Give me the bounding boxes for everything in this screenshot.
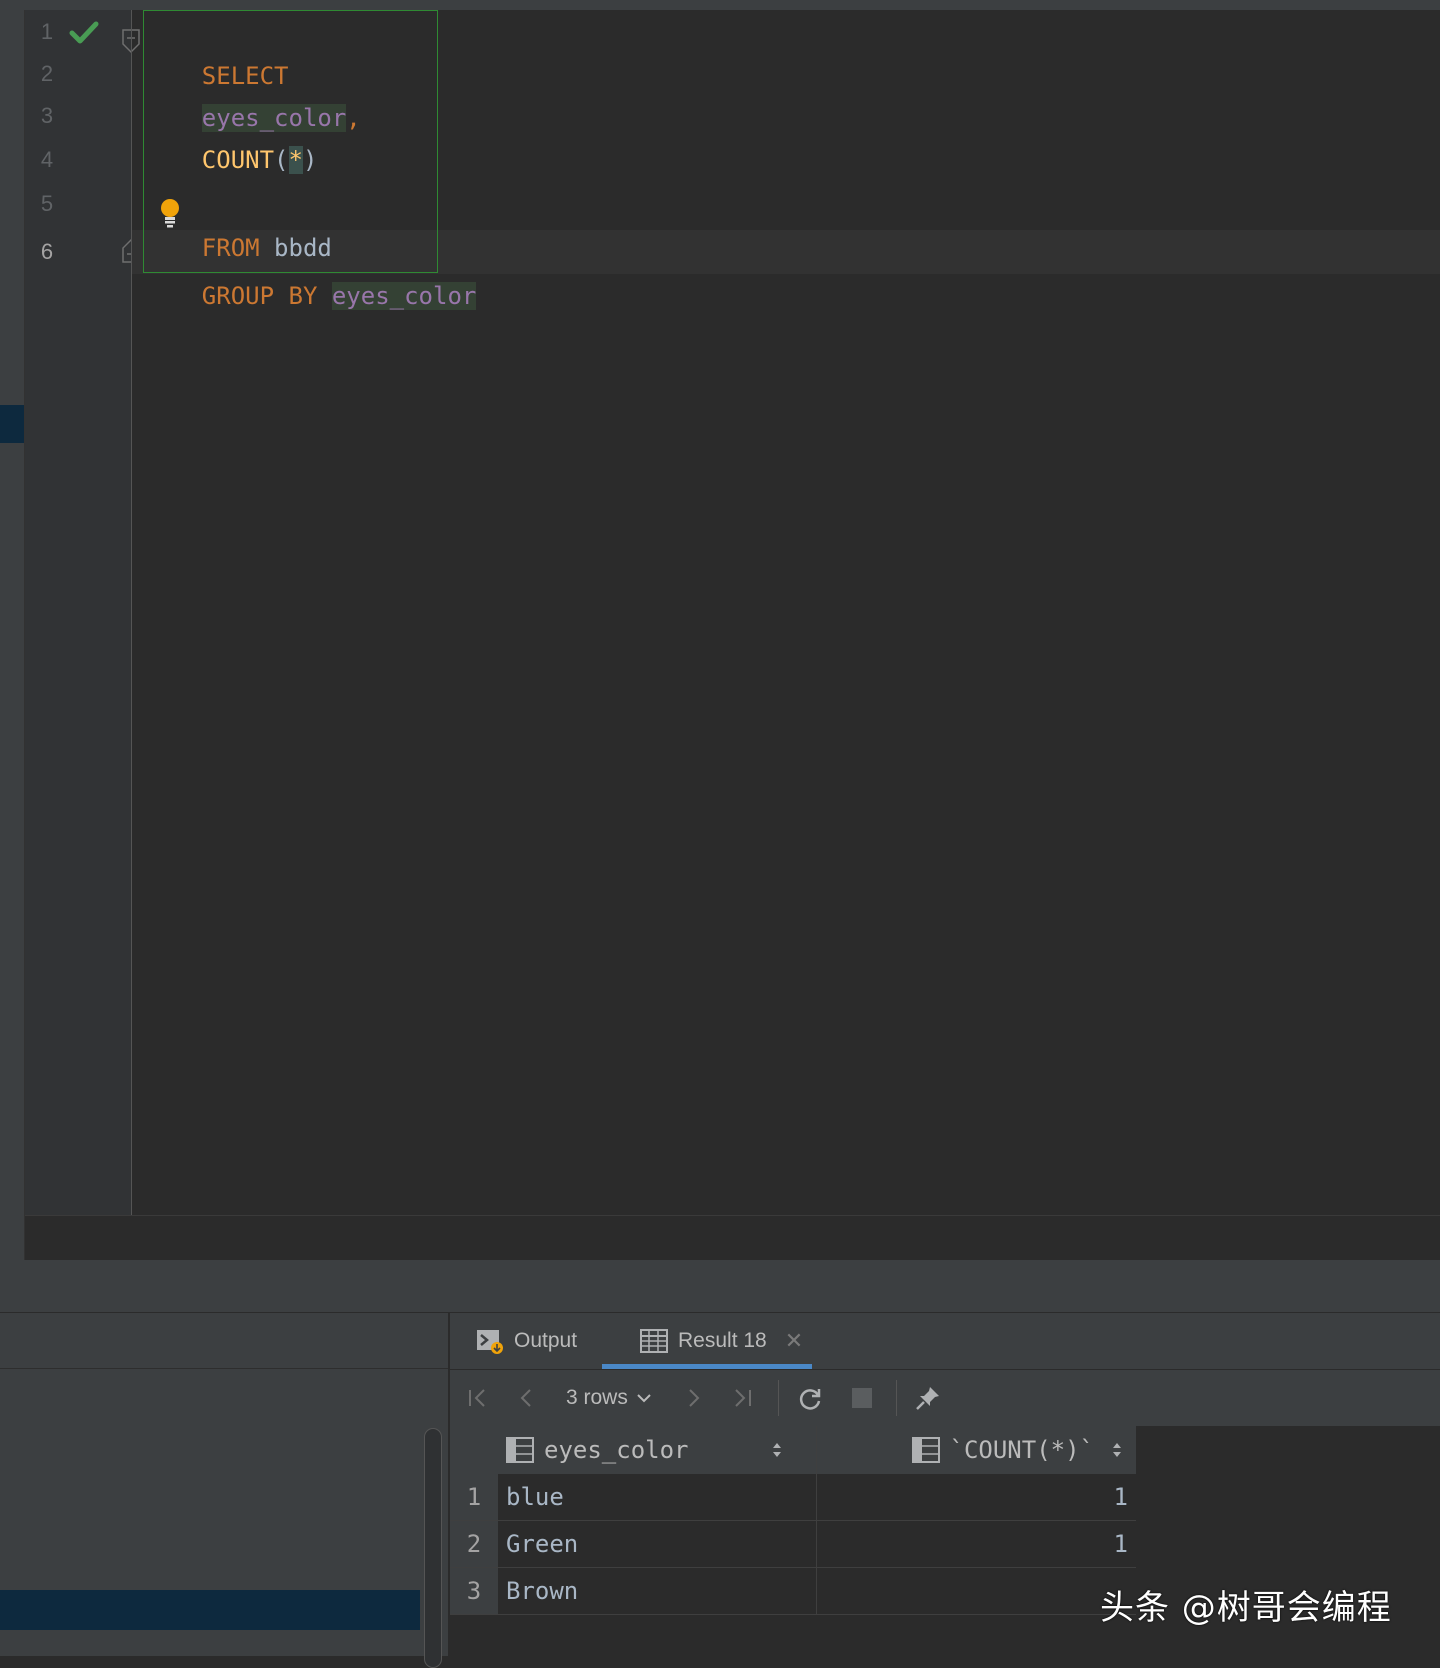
line-number: 2 (40, 61, 54, 86)
column-separator (816, 1568, 817, 1614)
row-number: 1 (450, 1474, 498, 1520)
column-separator (816, 1521, 817, 1567)
pin-icon[interactable] (914, 1384, 942, 1412)
asterisk: * (288, 146, 303, 174)
column-icon (506, 1437, 534, 1463)
punctuation-comma: , (346, 104, 361, 132)
keyword-group-by: GROUP BY (201, 282, 318, 310)
stop-icon[interactable] (848, 1384, 876, 1412)
lightbulb-icon[interactable] (159, 198, 181, 228)
line-number: 1 (40, 19, 54, 44)
active-tab-indicator (602, 1364, 812, 1369)
editor-gutter: 1 2 3 4 5 6 (25, 10, 140, 1215)
services-panel (0, 1313, 448, 1668)
line-number-current: 6 (40, 239, 54, 264)
cell-eyes-color[interactable]: blue (506, 1474, 564, 1520)
rows-count-dropdown[interactable]: 3 rows (566, 1384, 652, 1412)
line-number: 3 (40, 103, 54, 128)
column-icon (911, 1437, 940, 1463)
table-row[interactable]: 2 Green 1 (450, 1521, 1136, 1568)
table-row[interactable]: 1 blue 1 (450, 1474, 1136, 1521)
grid-header: eyes_color `COUNT(*)` (450, 1426, 1136, 1474)
column-header-label: `COUNT(*)` (949, 1436, 1095, 1464)
previous-page-icon[interactable] (512, 1384, 540, 1412)
code-line-1[interactable]: SELECT (144, 10, 289, 90)
code-line-2[interactable]: eyes_color, (144, 52, 361, 132)
table-icon (640, 1329, 668, 1353)
column-header-label: eyes_color (544, 1436, 689, 1464)
line-number: 5 (40, 191, 54, 216)
services-selected-row[interactable] (0, 1590, 420, 1630)
results-toolbar: 3 rows (450, 1370, 1440, 1426)
services-scrollbar[interactable] (424, 1428, 442, 1668)
toolbar-separator (778, 1380, 779, 1416)
column-header-eyes-color[interactable]: eyes_color (506, 1426, 796, 1474)
tab-result-label: Result 18 (678, 1329, 767, 1352)
tab-output[interactable]: Output (476, 1313, 577, 1369)
column-header-count[interactable]: `COUNT(*)` (816, 1426, 1136, 1474)
panel-divider[interactable] (0, 1260, 1440, 1313)
next-page-icon[interactable] (680, 1384, 708, 1412)
row-number: 2 (450, 1521, 498, 1567)
editor-bottom-area (25, 1215, 1440, 1261)
left-tool-rail (0, 10, 25, 1260)
paren-open: ( (274, 146, 289, 174)
sort-icon[interactable] (770, 1440, 784, 1460)
first-page-icon[interactable] (464, 1384, 492, 1412)
column-separator[interactable] (816, 1426, 817, 1474)
refresh-icon[interactable] (796, 1384, 824, 1412)
rail-selected-marker (0, 405, 24, 443)
table-row[interactable]: 3 Brown (450, 1568, 1136, 1615)
row-number: 3 (450, 1568, 498, 1614)
sort-icon[interactable] (1110, 1440, 1124, 1460)
identifier-eyes-color: eyes_color (331, 282, 477, 310)
tab-output-label: Output (514, 1329, 578, 1352)
close-icon[interactable]: ✕ (785, 1328, 803, 1354)
sql-editor[interactable]: 1 2 3 4 5 6 SELECT eyes_color, COUNT(*) … (25, 10, 1440, 1215)
line-number: 4 (40, 147, 54, 172)
cell-count[interactable]: 1 (1114, 1521, 1128, 1567)
paren-close: ) (302, 146, 318, 174)
watermark: 头条 @树哥会编程 (1100, 1588, 1392, 1628)
column-separator (816, 1474, 817, 1520)
cell-eyes-color[interactable]: Green (506, 1521, 578, 1567)
toolbar-separator (896, 1380, 897, 1416)
services-header-separator (0, 1368, 448, 1369)
console-icon (477, 1330, 503, 1354)
function-count: COUNT (201, 146, 275, 174)
check-icon (69, 21, 99, 44)
code-line-3[interactable]: COUNT(*) (144, 94, 317, 174)
tab-result[interactable]: Result 18 ✕ (630, 1313, 813, 1369)
cell-count[interactable]: 1 (1114, 1474, 1128, 1520)
gutter-divider (131, 10, 132, 1215)
chevron-down-icon (637, 1394, 651, 1403)
results-tab-bar: Output Result 18 ✕ (450, 1313, 1440, 1370)
cell-eyes-color[interactable]: Brown (506, 1568, 578, 1614)
top-strip (0, 0, 1440, 10)
rows-count-label: 3 rows (566, 1386, 628, 1409)
code-line-6[interactable]: GROUP BY eyes_color (144, 230, 477, 310)
last-page-icon[interactable] (728, 1384, 756, 1412)
